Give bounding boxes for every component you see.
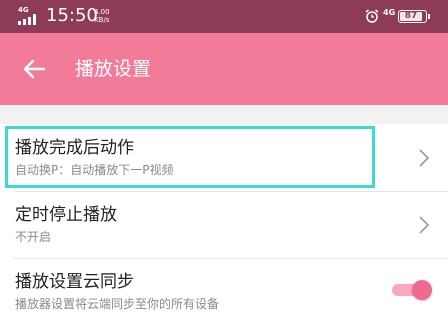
network-speed: 4.00 KB/s [94, 8, 110, 24]
status-bar: 4G 15:50 4.00 KB/s 4G 87 [0, 0, 448, 33]
settings-list: 播放完成后动作 自动换P：自动播放下一P视频 定时停止播放 不开启 播放设置云同… [0, 124, 448, 325]
page-title: 播放设置 [75, 58, 152, 80]
toggle-thumb [412, 280, 432, 300]
speed-value: 4.00 [94, 8, 110, 16]
setting-subtitle: 自动换P：自动播放下一P视频 [15, 163, 174, 177]
network-indicator: 4G [383, 8, 396, 17]
status-time: 15:50 [46, 5, 98, 26]
speed-unit: KB/s [94, 16, 110, 24]
alarm-icon [365, 9, 379, 23]
setting-cloud-sync: 播放设置云同步 播放器设置将云端同步至你的所有设备 [0, 258, 448, 325]
setting-title: 播放设置云同步 [15, 272, 134, 292]
battery-level: 87 [400, 12, 422, 21]
chevron-right-icon [419, 149, 430, 167]
setting-subtitle: 不开启 [15, 230, 52, 244]
setting-subtitle: 播放器设置将云端同步至你的所有设备 [15, 297, 220, 311]
app-bar: 播放设置 [0, 33, 448, 105]
back-arrow-icon[interactable] [20, 55, 48, 83]
cloud-sync-toggle[interactable] [392, 280, 432, 300]
setting-timed-stop[interactable]: 定时停止播放 不开启 [0, 191, 448, 258]
setting-after-playback[interactable]: 播放完成后动作 自动换P：自动播放下一P视频 [0, 124, 448, 191]
network-type: 4G [18, 6, 29, 14]
battery-icon: 87 [398, 10, 430, 23]
signal-icon: 4G [18, 7, 40, 25]
chevron-right-icon [419, 216, 430, 234]
setting-title: 定时停止播放 [15, 205, 117, 225]
setting-title: 播放完成后动作 [15, 138, 134, 158]
